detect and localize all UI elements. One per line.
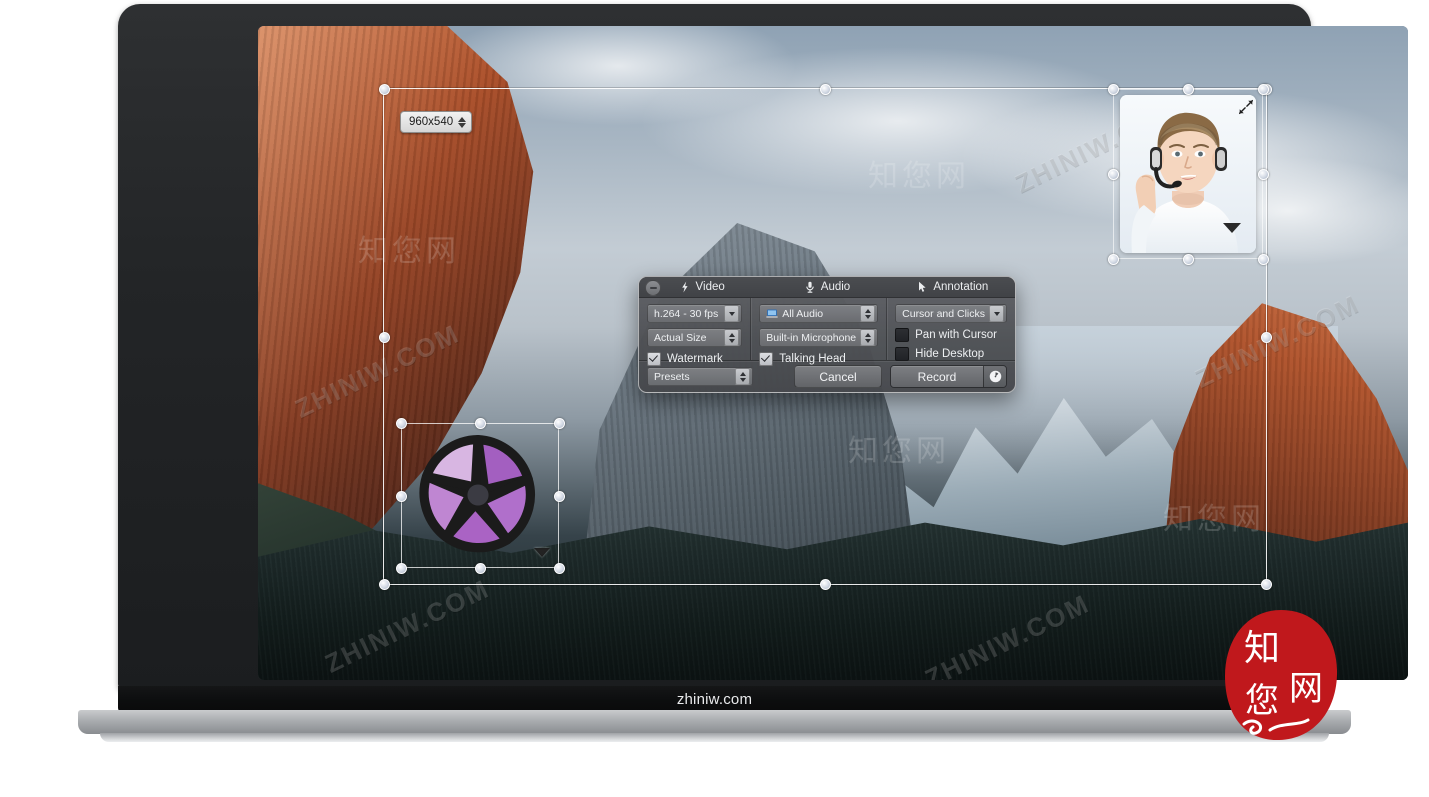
up-down-arrows-icon[interactable] (860, 305, 876, 322)
panel-header: Video Audio Annotation (639, 277, 1015, 298)
panel-tab-video-label: Video (695, 281, 725, 293)
up-down-arrows-icon[interactable] (735, 368, 750, 385)
clock-icon (989, 370, 1001, 383)
resize-handle-middle-right[interactable] (1258, 169, 1269, 180)
triangle-down-icon[interactable] (534, 548, 550, 557)
shutter-aperture-logo-icon (419, 434, 535, 553)
up-down-arrows-icon[interactable] (860, 329, 876, 346)
seal-stamp: 知 网 您 (1225, 610, 1338, 741)
minimize-circle-icon[interactable] (645, 280, 661, 296)
resize-handle-bottom-right[interactable] (554, 563, 565, 574)
presets-select[interactable]: Presets (647, 367, 753, 386)
expand-arrows-icon[interactable] (1237, 98, 1255, 116)
hide-desktop-label: Hide Desktop (915, 348, 985, 360)
checkbox-checked-icon[interactable] (647, 352, 661, 366)
cancel-button[interactable]: Cancel (794, 365, 882, 388)
panel-tab-annotation[interactable]: Annotation (890, 281, 1015, 293)
panel-column-annotation: Cursor and Clicks Pan with Cursor Hide D… (886, 298, 1015, 361)
resize-handle-middle-left[interactable] (379, 331, 390, 343)
pan-with-cursor-checkbox[interactable]: Pan with Cursor (895, 328, 1007, 342)
microphone-select[interactable]: Built-in Microphone (759, 328, 879, 347)
annotation-mode-select[interactable]: Cursor and Clicks (895, 304, 1007, 323)
resize-handle-bottom-left[interactable] (379, 579, 390, 590)
resize-handle-bottom-right[interactable] (1258, 254, 1269, 265)
resize-handle-bottom-center[interactable] (475, 563, 486, 574)
panel-tab-audio[interactable]: Audio (764, 281, 889, 293)
stepper-up-down-icon[interactable] (458, 116, 467, 128)
talking-head-checkbox[interactable]: Talking Head (759, 352, 878, 366)
resize-handle-top-left[interactable] (379, 84, 390, 95)
seal-char-3: 您 (1245, 681, 1279, 721)
audio-source-select[interactable]: All Audio (759, 304, 879, 323)
record-timer-button[interactable] (983, 366, 1006, 387)
resize-handle-top-right[interactable] (554, 418, 565, 429)
panel-tab-annotation-label: Annotation (933, 281, 989, 293)
audio-source-value: All Audio (782, 307, 824, 320)
resize-handle-top-center[interactable] (1183, 84, 1194, 95)
laptop-lid: 知您网 知您网 知您网 知您网 ZHINIW.COM ZHINIW.COM ZH… (118, 4, 1408, 690)
record-button[interactable]: Record (891, 366, 983, 387)
seal-char-1: 知 (1244, 628, 1280, 669)
panel-column-audio: All Audio Built-in Microphone Talking He… (750, 298, 886, 366)
watermark-checkbox[interactable]: Watermark (647, 352, 742, 366)
resize-handle-bottom-right[interactable] (1261, 579, 1272, 590)
annotation-mode-value: Cursor and Clicks (902, 307, 985, 320)
resize-handle-bottom-left[interactable] (1108, 254, 1119, 265)
laptop-mockup: 知您网 知您网 知您网 知您网 ZHINIW.COM ZHINIW.COM ZH… (0, 0, 1429, 797)
video-size-select[interactable]: Actual Size (647, 328, 743, 347)
checkbox-unchecked-icon[interactable] (895, 347, 910, 361)
resize-handle-top-center[interactable] (820, 84, 831, 95)
resize-handle-top-left[interactable] (396, 418, 407, 429)
resize-handle-middle-right[interactable] (1261, 331, 1272, 343)
capture-size-value: 960x540 (409, 116, 454, 128)
chevron-down-icon[interactable] (724, 305, 740, 322)
record-button-group[interactable]: Record (890, 365, 1007, 388)
microphone-value: Built-in Microphone (766, 331, 857, 344)
checkbox-unchecked-icon[interactable] (895, 328, 910, 342)
site-brand-label: zhiniw.com (676, 690, 753, 708)
talking-head-checkbox-label: Talking Head (779, 353, 846, 365)
panel-body: h.264 - 30 fps Actual Size Watermark All… (639, 298, 1015, 366)
panel-tab-audio-label: Audio (820, 281, 851, 293)
panel-column-video: h.264 - 30 fps Actual Size Watermark (639, 298, 750, 366)
chevron-down-icon[interactable] (989, 305, 1004, 322)
resize-handle-middle-left[interactable] (1108, 169, 1119, 180)
up-down-arrows-icon[interactable] (724, 329, 740, 346)
presets-label: Presets (654, 370, 690, 383)
laptop-front-edge (100, 733, 1329, 742)
resize-handle-middle-right[interactable] (554, 490, 565, 502)
resize-handle-top-center[interactable] (475, 418, 486, 429)
triangle-down-icon[interactable] (1223, 223, 1241, 233)
resize-handle-bottom-center[interactable] (1183, 254, 1194, 265)
watermark-logo-object[interactable] (396, 418, 565, 574)
capture-size-badge[interactable]: 960x540 (400, 111, 473, 133)
resize-handle-middle-left[interactable] (396, 490, 407, 502)
pan-with-cursor-label: Pan with Cursor (915, 329, 997, 341)
hide-desktop-checkbox[interactable]: Hide Desktop (895, 347, 1007, 361)
video-codec-value: h.264 - 30 fps (654, 307, 719, 320)
computer-audio-icon (766, 309, 778, 318)
seal-char-2: 网 (1289, 669, 1323, 709)
resize-handle-bottom-center[interactable] (820, 579, 831, 590)
recorder-control-panel[interactable]: Video Audio Annotation h.264 - 30 fps Ac… (638, 276, 1016, 393)
microphone-icon (806, 281, 814, 293)
video-size-value: Actual Size (654, 331, 707, 344)
laptop-screen: 知您网 知您网 知您网 知您网 ZHINIW.COM ZHINIW.COM ZH… (258, 26, 1408, 680)
resize-handle-top-right[interactable] (1258, 84, 1269, 95)
laptop-base (78, 710, 1351, 734)
cursor-arrow-icon (919, 281, 926, 292)
lightning-bolt-icon (681, 281, 688, 293)
checkbox-checked-icon[interactable] (759, 352, 774, 366)
resize-handle-top-left[interactable] (1108, 84, 1119, 95)
laptop-bottom-bezel: zhiniw.com (118, 686, 1311, 712)
watermark-checkbox-label: Watermark (667, 353, 723, 365)
resize-handle-bottom-left[interactable] (396, 563, 407, 574)
talking-head-overlay[interactable] (1108, 84, 1269, 265)
video-codec-select[interactable]: h.264 - 30 fps (647, 304, 743, 323)
